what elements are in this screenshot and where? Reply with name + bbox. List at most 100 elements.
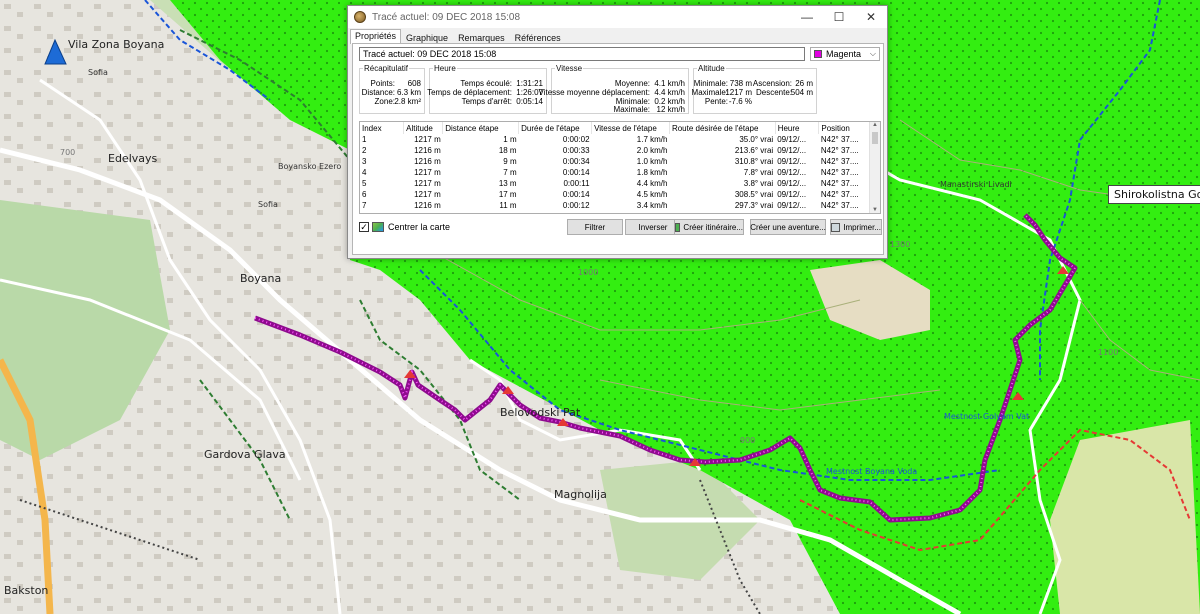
table-cell: 09/12/... — [777, 179, 807, 188]
time-title: Heure — [434, 64, 456, 73]
column-header-speed[interactable]: Vitesse de l'étape — [591, 122, 670, 134]
table-cell: 0:00:02 — [562, 135, 590, 144]
dialog-titlebar[interactable]: Tracé actuel: 09 DEC 2018 15:08 — ☐ ✕ — [348, 6, 887, 28]
track-name-input[interactable]: Tracé actuel: 09 DEC 2018 15:08 — [359, 47, 805, 61]
table-cell: 1216 m — [414, 157, 441, 166]
table-header-row: Index Altitude Distance étape Durée de l… — [360, 122, 870, 134]
track-color-select[interactable]: Magenta ⌵ — [810, 47, 880, 61]
table-cell: 4 — [362, 168, 367, 177]
table-cell: 5 — [362, 179, 367, 188]
center-map-checkbox-row[interactable]: ✓ Centrer la carte — [359, 222, 450, 232]
table-cell: 09/12/... — [777, 135, 807, 144]
table-cell: N42° 37.... — [820, 146, 859, 155]
table-cell: 308.5° vrai — [734, 190, 774, 199]
table-cell: 1 m — [503, 135, 517, 144]
avg-speed-label: Moyenne: — [614, 79, 650, 88]
scrollbar-thumb[interactable] — [872, 132, 878, 144]
elapsed-value: 1:31:21 — [516, 79, 543, 88]
table-cell: N42° 37.... — [820, 157, 859, 166]
table-row[interactable]: 1 1217 m 1 m 0:00:02 1.7 km/h 35.0° vrai 09/12… — [360, 134, 870, 145]
map-label-edelvays: Edelvays — [108, 152, 158, 165]
table-cell: 1.0 km/h — [636, 157, 668, 166]
table-cell: 1217 m — [414, 168, 441, 177]
table-scrollbar[interactable]: ▲ ▼ — [869, 122, 880, 213]
max-speed-value: 12 km/h — [656, 105, 685, 114]
map-label-street: Manastirski Livadi — [940, 180, 1012, 189]
ascent-value: 26 m — [795, 79, 813, 88]
table-cell: 213.6° vrai — [734, 146, 774, 155]
stopped-time-value: 0:05:14 — [516, 97, 543, 106]
map-label-sofia: Sofia — [88, 68, 108, 77]
tab-bar: Propriétés Graphique Remarques Référence… — [348, 29, 887, 44]
dialog-title: Tracé actuel: 09 DEC 2018 15:08 — [372, 11, 521, 23]
table-cell: 0:00:14 — [562, 168, 590, 177]
time-group: Heure Temps écoulé: 1:31:21 Temps de dép… — [427, 64, 547, 114]
points-value: 608 — [407, 79, 421, 88]
slope-label: Pente: — [704, 97, 728, 106]
tab-properties[interactable]: Propriétés — [350, 29, 402, 44]
table-cell: 0:00:11 — [563, 179, 590, 188]
print-button[interactable]: Imprimer... — [830, 219, 882, 235]
app-icon — [354, 11, 366, 23]
route-icon — [675, 222, 681, 232]
contour-label: 1300 — [890, 240, 911, 249]
column-header-index[interactable]: Index — [360, 122, 405, 134]
table-cell: 09/12/... — [777, 168, 807, 177]
speed-title: Vitesse — [556, 64, 583, 73]
column-header-altitude[interactable]: Altitude — [403, 122, 444, 134]
elapsed-label: Temps écoulé: — [460, 79, 512, 88]
table-row[interactable]: 4 1217 m 7 m 0:00:14 1.8 km/h 7.8° vrai 09/12/… — [360, 167, 870, 178]
contour-label: 900 — [740, 436, 756, 445]
map-label-mestnost: Mestnost Boyana Voda — [826, 467, 918, 476]
table-row[interactable]: 6 1217 m 17 m 0:00:14 4.5 km/h 308.5° vrai 09/… — [360, 189, 870, 200]
chevron-down-icon: ⌵ — [869, 49, 876, 58]
table-cell: 0:00:34 — [562, 157, 590, 166]
create-adventure-button[interactable]: Créer une aventure... — [750, 219, 826, 235]
filter-button[interactable]: Filtrer — [567, 219, 623, 235]
zone-label: Zone: — [374, 97, 395, 106]
table-row[interactable]: 5 1217 m 13 m 0:00:11 4.4 km/h 3.8° vrai 09/12… — [360, 178, 870, 189]
map-label-belovodski: Belovodski Pat — [500, 406, 581, 419]
maximize-button[interactable]: ☐ — [823, 6, 855, 28]
table-cell: N42° 37.... — [820, 179, 859, 188]
table-cell: 1217 m — [414, 179, 441, 188]
points-label: Points: — [370, 79, 395, 88]
center-map-checkbox[interactable]: ✓ — [359, 222, 369, 232]
invert-button[interactable]: Inverser — [625, 219, 681, 235]
scroll-down-icon[interactable]: ▼ — [872, 207, 878, 213]
create-route-button[interactable]: Créer itinéraire... — [674, 219, 744, 235]
avg-moving-speed-label: Vitesse moyenne déplacement: — [538, 88, 650, 97]
map-label-bakston: Bakston — [4, 584, 49, 597]
column-header-distance[interactable]: Distance étape — [442, 122, 520, 134]
table-cell: 1.7 km/h — [636, 135, 668, 144]
max-altitude-label: Maximale: — [691, 88, 728, 97]
table-cell: 0:00:12 — [562, 201, 590, 210]
table-cell: 1217 m — [414, 190, 441, 199]
close-button[interactable]: ✕ — [855, 6, 887, 28]
descent-value: 504 m — [790, 88, 813, 97]
table-cell: 3.8° vrai — [743, 179, 774, 188]
column-header-duration[interactable]: Durée de l'étape — [518, 122, 593, 134]
table-cell: 35.0° vrai — [739, 135, 774, 144]
column-header-time[interactable]: Heure — [775, 122, 820, 134]
column-header-course[interactable]: Route désirée de l'étape — [669, 122, 776, 134]
track-points-table[interactable]: Index Altitude Distance étape Durée de l… — [359, 121, 881, 214]
column-header-position[interactable]: Position — [818, 122, 870, 134]
map-label-sofia: Sofia — [258, 200, 278, 209]
moving-time-label: Temps de déplacement: — [427, 88, 512, 97]
zone-value: 2.8 km² — [394, 97, 421, 106]
distance-value: 6.3 km — [396, 88, 421, 97]
table-cell: 4.4 km/h — [636, 179, 668, 188]
table-cell: 7 — [362, 201, 367, 210]
min-altitude-label: Minimale: — [693, 79, 728, 88]
table-cell: 3 — [362, 157, 367, 166]
table-row[interactable]: 7 1216 m 11 m 0:00:12 3.4 km/h 297.3° vrai 09/… — [360, 200, 870, 211]
scroll-up-icon[interactable]: ▲ — [872, 122, 878, 128]
table-row[interactable]: 3 1216 m 9 m 0:00:34 1.0 km/h 310.8° vrai 09/1… — [360, 156, 870, 167]
table-cell: 1 — [362, 135, 367, 144]
color-select-value: Magenta — [826, 49, 862, 59]
table-row[interactable]: 2 1216 m 18 m 0:00:33 2.0 km/h 213.6° vrai 09/… — [360, 145, 870, 156]
table-cell: 1216 m — [414, 201, 441, 210]
table-cell: 09/12/... — [777, 157, 807, 166]
minimize-button[interactable]: — — [791, 6, 823, 28]
